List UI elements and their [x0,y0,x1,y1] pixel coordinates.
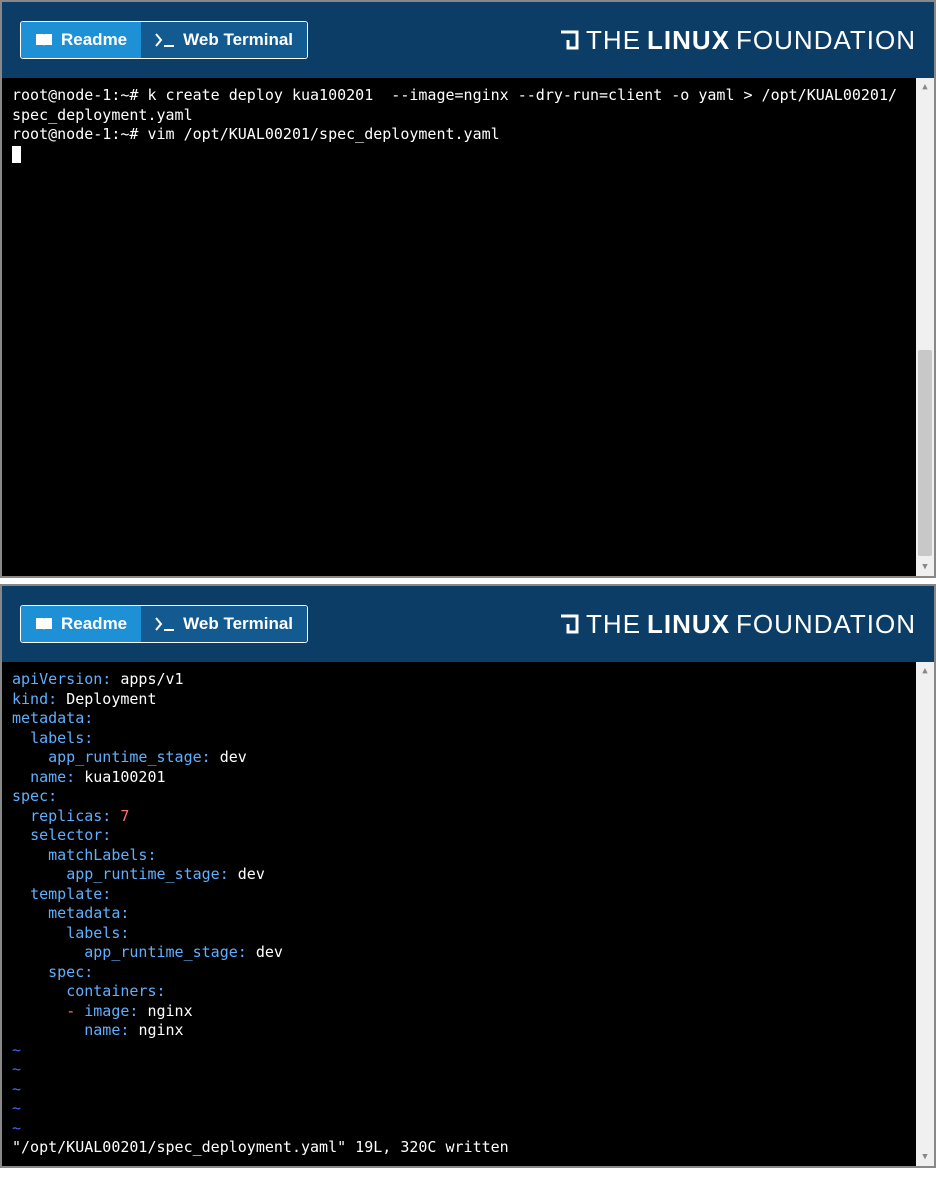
linux-foundation-logo: THE LINUX FOUNDATION [558,609,916,640]
tab-terminal-label: Web Terminal [183,614,293,634]
yaml-key: containers: [66,982,165,1000]
prompt: root@node-1:~# [12,86,138,104]
logo-square-icon [558,29,580,51]
yaml-key: spec: [12,787,57,805]
tab-readme[interactable]: Readme [21,606,141,642]
vim-tilde: ~ [12,1060,21,1078]
yaml-value: dev [238,865,265,883]
terminal-prompt-icon [155,617,175,631]
tab-readme-label: Readme [61,30,127,50]
resize-handle[interactable] [0,294,2,316]
yaml-key: name: [84,1021,129,1039]
vim-editor[interactable]: apiVersion: apps/v1 kind: Deployment met… [2,662,916,1166]
header-bar: Readme Web Terminal THE LINUX FOUNDATION [2,586,934,662]
yaml-value: dev [256,943,283,961]
scroll-up-arrow-icon[interactable]: ▲ [916,662,934,680]
yaml-value: nginx [138,1021,183,1039]
terminal-prompt-icon [155,33,175,47]
command-text: k create deploy kua100201 --image=nginx … [12,86,897,124]
yaml-key: name: [30,768,75,786]
tab-web-terminal[interactable]: Web Terminal [141,606,307,642]
tab-terminal-label: Web Terminal [183,30,293,50]
yaml-key: apiVersion: [12,670,111,688]
terminal-panel-2: Readme Web Terminal THE LINUX FOUNDATION… [0,584,936,1168]
vim-tilde: ~ [12,1080,21,1098]
logo-text-the: THE [586,25,641,56]
logo-text-linux: LINUX [647,25,730,56]
logo-text-the: THE [586,609,641,640]
tab-readme-label: Readme [61,614,127,634]
yaml-key: metadata: [48,904,129,922]
terminal-area-2: apiVersion: apps/v1 kind: Deployment met… [2,662,934,1166]
terminal-cursor [12,146,21,163]
terminal-panel-1: Readme Web Terminal THE LINUX FOUNDATION… [0,0,936,578]
yaml-key: app_runtime_stage: [48,748,211,766]
yaml-key: selector: [30,826,111,844]
terminal-area-1: root@node-1:~# k create deploy kua100201… [2,78,934,576]
vim-tilde: ~ [12,1041,21,1059]
scrollbar[interactable]: ▲ ▼ [916,78,934,576]
tab-web-terminal[interactable]: Web Terminal [141,22,307,58]
book-icon [35,33,53,47]
yaml-key: app_runtime_stage: [84,943,247,961]
vim-tilde: ~ [12,1119,21,1137]
yaml-value: 7 [120,807,129,825]
book-icon [35,617,53,631]
yaml-key: replicas: [30,807,111,825]
yaml-key: labels: [30,729,93,747]
logo-text-foundation: FOUNDATION [736,609,916,640]
yaml-key: metadata: [12,709,93,727]
scroll-thumb[interactable] [918,350,932,556]
yaml-dash: - [66,1002,75,1020]
yaml-key: app_runtime_stage: [66,865,229,883]
prompt: root@node-1:~# [12,125,138,143]
yaml-key: matchLabels: [48,846,156,864]
scroll-down-arrow-icon[interactable]: ▼ [916,1148,934,1166]
yaml-value: kua100201 [84,768,165,786]
logo-square-icon [558,613,580,635]
yaml-value: apps/v1 [120,670,183,688]
yaml-key: template: [30,885,111,903]
yaml-value: dev [220,748,247,766]
resize-handle[interactable] [0,894,2,916]
yaml-key: spec: [48,963,93,981]
scroll-track[interactable] [916,96,934,558]
scroll-down-arrow-icon[interactable]: ▼ [916,558,934,576]
command-text: vim /opt/KUAL00201/spec_deployment.yaml [147,125,499,143]
tab-group: Readme Web Terminal [20,605,308,643]
logo-text-foundation: FOUNDATION [736,25,916,56]
yaml-key: kind: [12,690,57,708]
scroll-track[interactable] [916,680,934,1148]
scroll-up-arrow-icon[interactable]: ▲ [916,78,934,96]
tab-readme[interactable]: Readme [21,22,141,58]
terminal-output-1[interactable]: root@node-1:~# k create deploy kua100201… [2,78,916,576]
yaml-value: nginx [147,1002,192,1020]
yaml-value: Deployment [66,690,156,708]
vim-status-line: "/opt/KUAL00201/spec_deployment.yaml" 19… [12,1138,509,1156]
header-bar: Readme Web Terminal THE LINUX FOUNDATION [2,2,934,78]
tab-group: Readme Web Terminal [20,21,308,59]
scrollbar[interactable]: ▲ ▼ [916,662,934,1166]
vim-tilde: ~ [12,1099,21,1117]
linux-foundation-logo: THE LINUX FOUNDATION [558,25,916,56]
logo-text-linux: LINUX [647,609,730,640]
yaml-key: image: [84,1002,138,1020]
yaml-key: labels: [66,924,129,942]
